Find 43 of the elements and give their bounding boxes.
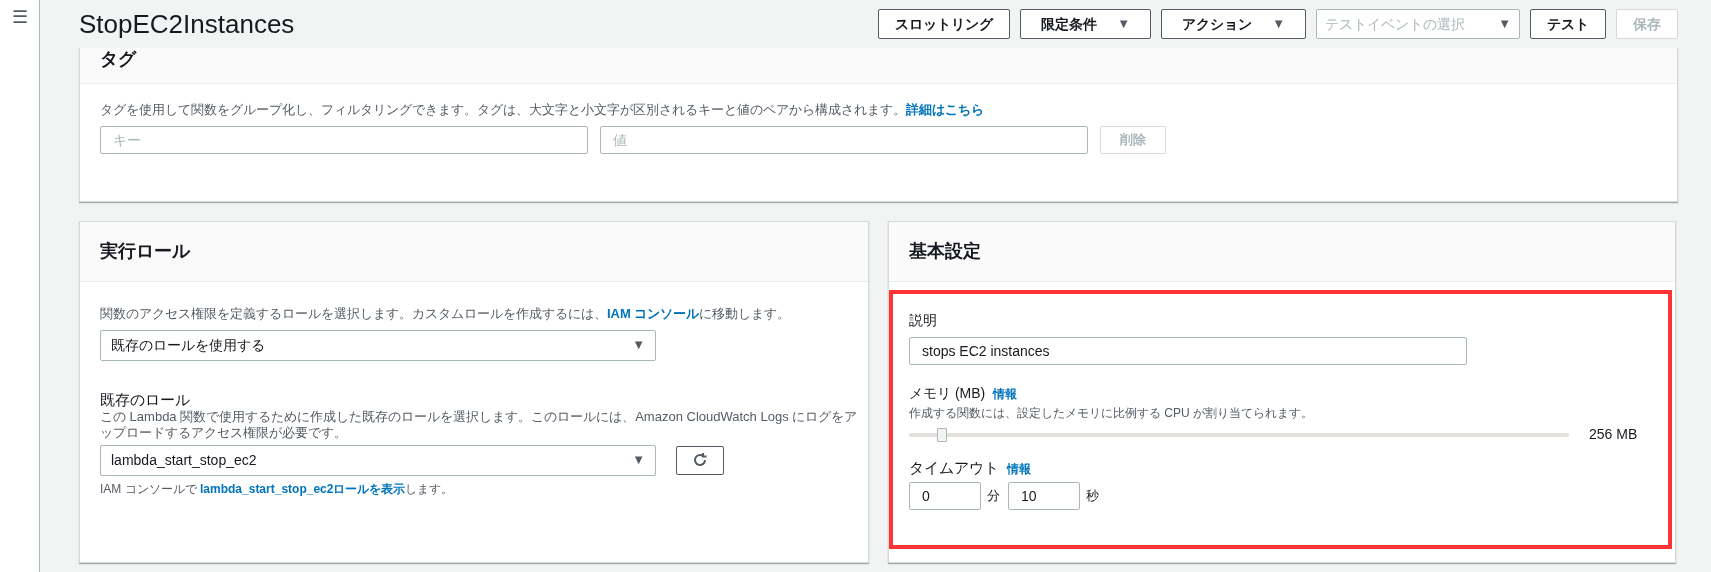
- seconds-field[interactable]: 10: [1008, 481, 1080, 510]
- caret-icon: ▼: [632, 335, 645, 355]
- field-label: 説明: [909, 311, 938, 330]
- role-select[interactable]: lambda_start_stop_ec2 ▼: [100, 444, 656, 476]
- info-link[interactable]: 情報: [993, 385, 1018, 403]
- minutes-field[interactable]: 0: [909, 481, 981, 510]
- role-note: IAM コンソールで lambda_start_stop_ec2ロールを表示します。: [100, 480, 455, 498]
- field-label: タイムアウト: [909, 458, 999, 478]
- refresh-icon: [692, 452, 708, 468]
- link[interactable]: 詳細はこちら: [906, 102, 984, 117]
- unit-label: 秒: [1086, 486, 1099, 505]
- memory-slider[interactable]: [909, 427, 1569, 442]
- caret-icon: ▼: [1117, 14, 1131, 34]
- caret-icon: ▼: [632, 450, 645, 470]
- value-field[interactable]: 値: [600, 125, 1088, 154]
- refresh-button[interactable]: [676, 445, 724, 475]
- field-label: メモリ (MB): [909, 384, 986, 403]
- card-title: 基本設定: [909, 240, 981, 263]
- caret-icon: ▼: [1272, 14, 1285, 34]
- menu-icon[interactable]: ☰: [11, 6, 28, 28]
- slider-thumb[interactable]: [937, 427, 947, 442]
- key-field[interactable]: キー: [100, 125, 588, 154]
- role-hint: この Lambda 関数で使用するために作成した既存のロールを選択します。このロールには、Amazon CloudWatch Logs にログをアップロードするアクセス権限が必要です。: [100, 408, 859, 441]
- role-select[interactable]: 既存のロールを使用する ▼: [100, 329, 656, 361]
- throttle-button[interactable]: スロットリング: [878, 9, 1011, 39]
- description-field[interactable]: stops EC2 instances: [909, 337, 1467, 365]
- memory-hint: 作成する関数には、設定したメモリに比例する CPU が割り当てられます。: [909, 405, 1314, 422]
- role-description: 関数のアクセス権限を定義するロールを選択します。カスタムロールを作成するには、IAM コンソールに移動します。: [100, 305, 792, 323]
- page-title: StopEC2Instances: [79, 11, 295, 37]
- caret-icon: ▼: [1498, 14, 1511, 34]
- link[interactable]: IAM コンソール: [607, 306, 700, 321]
- card-title: 実行ロール: [100, 240, 190, 263]
- dropdown-button[interactable]: 限定条件 ▼: [1020, 9, 1152, 39]
- memory-value: 256 MB: [1589, 425, 1638, 444]
- info-link[interactable]: 情報: [1007, 460, 1031, 478]
- test-button[interactable]: テスト: [1530, 9, 1606, 39]
- unit-label: 分: [987, 486, 1000, 505]
- link[interactable]: lambda_start_stop_ec2ロールを表示: [200, 481, 406, 496]
- tags-description: タグを使用して関数をグループ化し、フィルタリングできます。タグは、大文字と小文字が区別されるキーと値のペアから構成されます。詳細はこちら: [100, 101, 985, 119]
- card-title: タグ: [100, 48, 136, 70]
- test-event-select[interactable]: テストイベントの選択 ▼: [1316, 9, 1520, 39]
- field-label: 既存のロール: [100, 390, 191, 409]
- dropdown-button[interactable]: アクション ▼: [1161, 9, 1306, 39]
